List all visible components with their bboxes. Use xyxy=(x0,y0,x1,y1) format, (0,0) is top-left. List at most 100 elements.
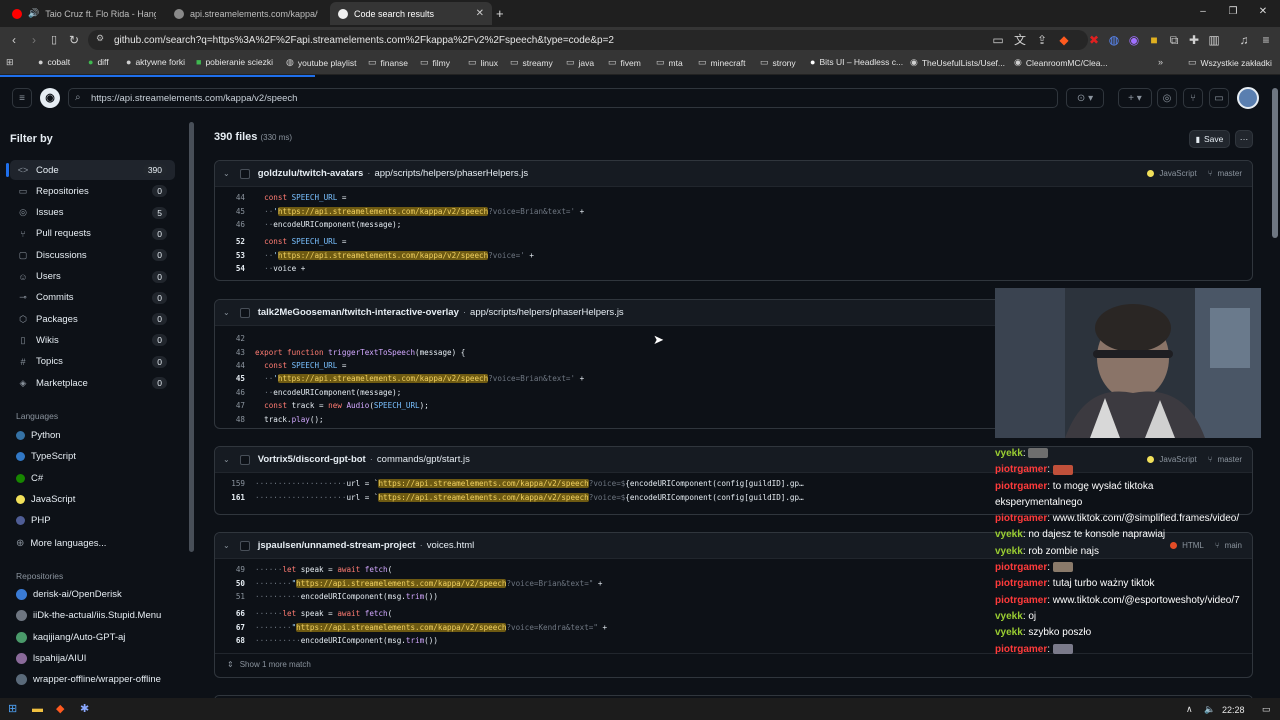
repo-link[interactable]: jspaulsen/unnamed-stream-project xyxy=(258,540,416,551)
clock[interactable]: 22:28 xyxy=(1222,703,1245,717)
bookmark-folder[interactable]: ▭ strony xyxy=(760,57,796,68)
bookmark-icon[interactable]: ▯ xyxy=(46,32,62,48)
volume-icon[interactable]: 🔈 xyxy=(1204,702,1215,716)
extension-icon[interactable]: ◍ xyxy=(1106,32,1122,48)
brave-shield-icon[interactable]: ◆ xyxy=(1056,32,1072,48)
copilot-button[interactable]: ⊙ ▾ xyxy=(1066,88,1104,108)
bookmark-item[interactable]: ● aktywne forki xyxy=(126,57,185,67)
repository-filter[interactable]: kaqijiang/Auto-GPT-aj xyxy=(16,631,125,643)
repository-filter[interactable]: lspahija/AIUI xyxy=(16,652,86,664)
repo-link[interactable]: Vortrix5/discord-gpt-bot xyxy=(258,454,366,465)
chevron-down-icon[interactable]: ⌄ xyxy=(223,541,230,550)
brave-browser-icon[interactable]: ◆ xyxy=(56,702,64,716)
show-more-matches-link[interactable]: ⇕ Show 1 more match xyxy=(215,653,1252,675)
bookmark-folder[interactable]: ▭ Wszystkie zakładki xyxy=(1188,57,1272,68)
extensions-puzzle-icon[interactable]: ✚ xyxy=(1186,32,1202,48)
tray-chevron-icon[interactable]: ∧ xyxy=(1186,702,1193,716)
language-filter[interactable]: JavaScript xyxy=(16,494,75,505)
bookmark-folder[interactable]: ▭ linux xyxy=(468,57,498,68)
tab-code-search[interactable]: Code search results ✕ xyxy=(330,2,492,25)
more-languages-link[interactable]: ⊕ More languages... xyxy=(16,538,106,549)
page-scrollbar[interactable] xyxy=(1272,88,1278,238)
filter-pull-requests[interactable]: ⑂ Pull requests 0 xyxy=(10,224,175,244)
repository-filter[interactable]: wrapper-offline/wrapper-offline xyxy=(16,674,161,686)
repository-filter[interactable]: derisk-ai/OpenDerisk xyxy=(16,589,122,600)
repo-link[interactable]: goldzulu/twitch-avatars xyxy=(258,168,364,179)
select-checkbox[interactable] xyxy=(239,454,250,465)
filter-issues[interactable]: ◎ Issues 5 xyxy=(10,203,175,223)
file-path-link[interactable]: voices.html xyxy=(427,540,475,551)
bookmark-folder[interactable]: ▭ streamy xyxy=(510,57,553,68)
close-tab-icon[interactable]: ✕ xyxy=(476,8,484,19)
reload-icon[interactable]: ↻ xyxy=(66,32,82,48)
restore-button[interactable]: ❐ xyxy=(1226,6,1240,17)
filter-repositories[interactable]: ▭ Repositories 0 xyxy=(10,181,175,201)
select-checkbox[interactable] xyxy=(239,307,250,318)
file-explorer-icon[interactable]: ▬ xyxy=(32,702,43,716)
sidebar-toggle-icon[interactable]: ▥ xyxy=(1206,32,1222,48)
select-checkbox[interactable] xyxy=(239,540,250,551)
minimize-button[interactable]: – xyxy=(1196,6,1210,17)
repository-filter[interactable]: iiDk-the-actual/iis.Stupid.Menu xyxy=(16,610,161,622)
app-icon[interactable]: ✱ xyxy=(80,702,89,716)
repo-link[interactable]: talk2MeGooseman/twitch-interactive-overl… xyxy=(258,307,459,318)
close-window-button[interactable]: ✕ xyxy=(1256,6,1270,17)
cast-icon[interactable]: ▭ xyxy=(990,32,1006,48)
bookmark-folder[interactable]: ▭ fivem xyxy=(608,57,641,68)
avatar[interactable] xyxy=(1237,87,1259,109)
search-input[interactable]: ⌕ https://api.streamelements.com/kappa/v… xyxy=(68,88,1058,108)
more-options-button[interactable]: ··· xyxy=(1235,130,1253,148)
bookmark-item[interactable]: ● Bits UI – Headless c... xyxy=(810,57,903,67)
filter-wikis[interactable]: ▯ Wikis 0 xyxy=(10,330,175,350)
file-path-link[interactable]: commands/gpt/start.js xyxy=(377,454,470,465)
new-tab-button[interactable]: + xyxy=(496,2,516,25)
menu-icon[interactable]: ≡ xyxy=(1258,32,1274,48)
file-path-link[interactable]: app/scripts/helpers/phaserHelpers.js xyxy=(374,168,528,179)
language-filter[interactable]: TypeScript xyxy=(16,451,76,462)
code-snippet[interactable]: 44 const SPEECH_URL = 45 ·· ' https://api.… xyxy=(215,187,1252,275)
bookmark-item[interactable]: ◉ TheUsefulLists/Usef... xyxy=(910,57,1005,68)
extension-icon[interactable]: ■ xyxy=(1146,32,1162,48)
address-bar[interactable]: ⚙ github.com/search?q=https%3A%2F%2Fapi.… xyxy=(88,30,1088,50)
extension-icon[interactable]: ⧉ xyxy=(1166,32,1182,48)
bookmark-item[interactable]: ◍ youtube playlist xyxy=(286,57,356,68)
file-path-link[interactable]: app/scripts/helpers/phaserHelpers.js xyxy=(470,307,624,318)
extension-icon[interactable]: ✖ xyxy=(1086,32,1102,48)
menu-icon[interactable]: ≡ xyxy=(12,88,32,108)
windows-start-icon[interactable]: ⊞ xyxy=(8,702,17,716)
sidebar-scrollbar[interactable] xyxy=(189,122,194,552)
filter-packages[interactable]: ⬡ Packages 0 xyxy=(10,309,175,329)
select-checkbox[interactable] xyxy=(239,168,250,179)
filter-topics[interactable]: # Topics 0 xyxy=(10,352,175,372)
bookmark-item[interactable]: ■ pobieranie sciezki xyxy=(196,57,273,67)
language-filter[interactable]: Python xyxy=(16,430,61,441)
bookmark-item[interactable]: ● cobalt xyxy=(38,57,70,67)
chevron-down-icon[interactable]: ⌄ xyxy=(223,455,230,464)
issues-icon[interactable]: ◎ xyxy=(1157,88,1177,108)
bookmark-folder[interactable]: ▭ filmy xyxy=(420,57,450,68)
tab-youtube[interactable]: 🔊 Taio Cruz ft. Flo Rida - Hangover xyxy=(4,2,164,25)
filter-discussions[interactable]: ▢ Discussions 0 xyxy=(10,245,175,265)
bookmark-folder[interactable]: ▭ mta xyxy=(656,57,683,68)
language-filter[interactable]: C# xyxy=(16,473,43,484)
bookmark-item[interactable]: ◉ CleanroomMC/Clea... xyxy=(1014,57,1108,68)
extension-icon[interactable]: ◉ xyxy=(1126,32,1142,48)
bookmark-folder[interactable]: ▭ java xyxy=(566,57,594,68)
chevron-down-icon[interactable]: ⌄ xyxy=(223,308,230,317)
filter-marketplace[interactable]: ◈ Marketplace 0 xyxy=(10,373,175,393)
bookmarks-overflow-icon[interactable]: » xyxy=(1158,57,1163,67)
share-icon[interactable]: ⇪ xyxy=(1034,32,1050,48)
forward-icon[interactable]: › xyxy=(26,32,42,48)
media-icon[interactable]: ♫ xyxy=(1236,32,1252,48)
translate-icon[interactable]: 文 xyxy=(1012,32,1028,48)
pull-requests-icon[interactable]: ⑂ xyxy=(1183,88,1203,108)
back-icon[interactable]: ‹ xyxy=(6,32,22,48)
speaker-icon[interactable]: 🔊 xyxy=(28,8,39,19)
apps-icon[interactable]: ⊞ xyxy=(6,57,14,68)
github-logo-icon[interactable]: ◉ xyxy=(40,88,60,108)
notifications-icon[interactable]: ▭ xyxy=(1262,702,1271,716)
site-info-icon[interactable]: ⚙ xyxy=(96,33,104,44)
chevron-down-icon[interactable]: ⌄ xyxy=(223,169,230,178)
create-new-button[interactable]: + ▾ xyxy=(1118,88,1152,108)
bookmark-folder[interactable]: ▭ minecraft xyxy=(698,57,745,68)
